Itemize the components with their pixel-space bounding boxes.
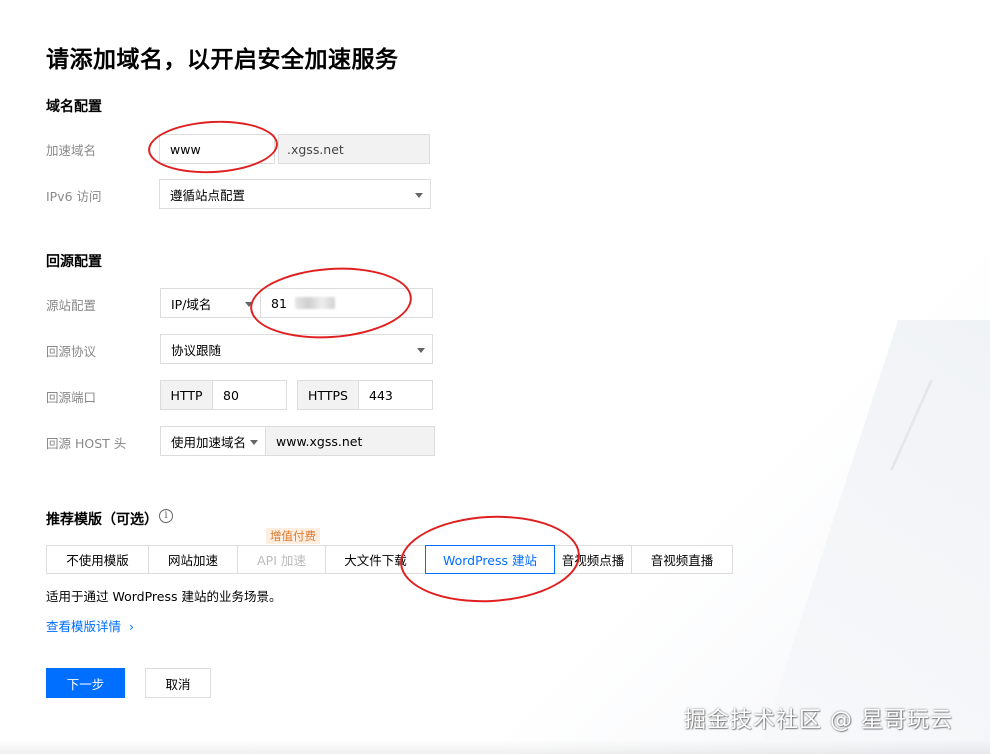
watermark: 掘金技术社区 @ 星哥玩云 — [684, 708, 953, 733]
tab-website-accel[interactable]: 网站加速 — [148, 545, 238, 574]
template-description: 适用于通过 WordPress 建站的业务场景。 — [46, 589, 282, 604]
section-title-domain: 域名配置 — [46, 99, 102, 115]
caret-down-icon — [417, 348, 425, 353]
ipv6-value: 遵循站点配置 — [170, 187, 246, 203]
domain-suffix: .xgss.net — [278, 134, 430, 164]
origin-type-value: IP/域名 — [171, 296, 212, 312]
chevron-right-icon: › — [129, 619, 134, 634]
http-port-input[interactable]: 80 — [212, 380, 287, 410]
host-type-value: 使用加速域名 — [171, 434, 247, 450]
accel-domain-label: 加速域名 — [46, 143, 97, 158]
redacted-text — [294, 297, 335, 309]
caret-down-icon — [250, 440, 258, 445]
section-title-templates: 推荐模版（可选） — [46, 512, 158, 528]
tab-wordpress[interactable]: WordPress 建站 — [425, 545, 555, 574]
ipv6-select[interactable]: 遵循站点配置 — [159, 179, 431, 209]
bottom-shadow — [0, 740, 990, 754]
host-label: 回源 HOST 头 — [46, 436, 127, 451]
cancel-button[interactable]: 取消 — [145, 668, 211, 698]
tab-large-file-download[interactable]: 大文件下载 — [325, 545, 426, 574]
https-port-value: 443 — [369, 387, 393, 403]
origin-address-value: 81 — [271, 295, 287, 311]
caret-down-icon — [415, 193, 423, 198]
http-addon-text: HTTP — [170, 387, 203, 403]
protocol-value: 协议跟随 — [171, 342, 222, 358]
protocol-select[interactable]: 协议跟随 — [160, 334, 433, 364]
protocol-label: 回源协议 — [46, 344, 97, 359]
tab-api-accel[interactable]: API 加速 — [237, 545, 326, 574]
https-port-input[interactable]: 443 — [358, 380, 433, 410]
page-title: 请添加域名，以开启安全加速服务 — [46, 47, 399, 73]
tab-vod[interactable]: 音视频点播 — [554, 545, 632, 574]
caret-down-icon — [245, 302, 253, 307]
template-tabs: 不使用模版 网站加速 API 加速 大文件下载 WordPress 建站 音视频… — [46, 545, 733, 574]
accel-domain-value: www — [170, 141, 201, 157]
http-addon: HTTP — [160, 380, 213, 410]
https-addon: HTTPS — [297, 380, 359, 410]
host-value: www.xgss.net — [276, 433, 363, 449]
ipv6-label: IPv6 访问 — [46, 189, 102, 204]
page: 请添加域名，以开启安全加速服务 域名配置 加速域名 www .xgss.net … — [0, 0, 990, 754]
domain-suffix-text: .xgss.net — [287, 141, 344, 157]
template-details-text: 查看模版详情 — [46, 619, 122, 634]
tab-no-template[interactable]: 不使用模版 — [46, 545, 149, 574]
next-button[interactable]: 下一步 — [46, 668, 125, 698]
accel-domain-input[interactable]: www — [159, 134, 275, 164]
host-type-select[interactable]: 使用加速域名 — [160, 426, 266, 456]
http-port-value: 80 — [223, 387, 239, 403]
origin-label: 源站配置 — [46, 298, 97, 313]
tab-live[interactable]: 音视频直播 — [631, 545, 733, 574]
paid-badge: 增值付费 — [266, 528, 320, 544]
origin-address-input[interactable]: 81 — [260, 288, 433, 318]
port-label: 回源端口 — [46, 390, 97, 405]
info-circle-icon[interactable]: i — [159, 509, 173, 523]
origin-type-select[interactable]: IP/域名 — [160, 288, 261, 318]
section-title-origin: 回源配置 — [46, 254, 102, 270]
template-details-link[interactable]: 查看模版详情 › — [46, 616, 134, 635]
https-addon-text: HTTPS — [308, 387, 348, 403]
host-value-field: www.xgss.net — [265, 426, 435, 456]
